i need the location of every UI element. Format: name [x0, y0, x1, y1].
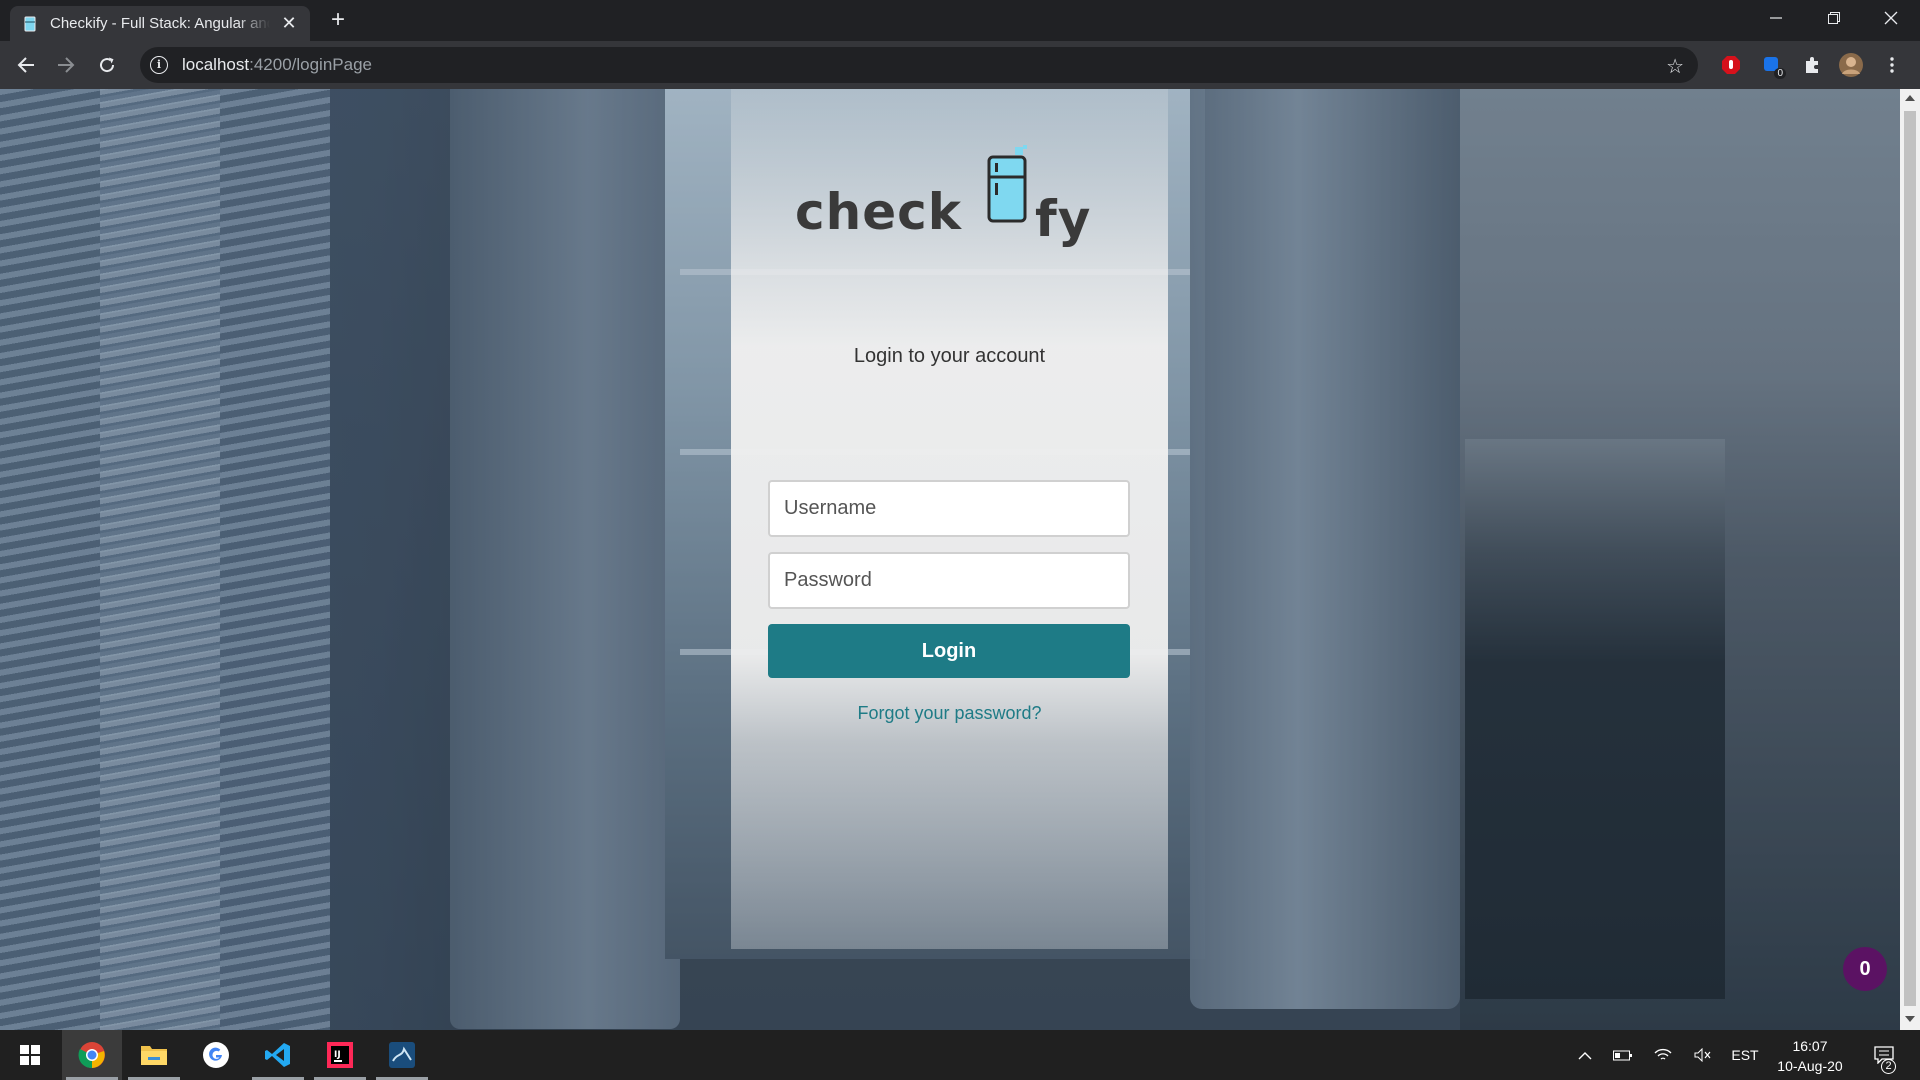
browser-tab-checkify[interactable]: Checkify - Full Stack: Angular and ✕: [10, 6, 310, 41]
login-heading: Login to your account: [853, 345, 1046, 367]
tray-show-hidden-icon[interactable]: [1570, 1030, 1600, 1080]
checkify-logo: check fy: [795, 145, 1095, 255]
fridge-favicon-icon: [22, 16, 38, 32]
url-host: localhost: [182, 55, 250, 74]
login-button[interactable]: Login: [768, 624, 1130, 678]
taskbar-file-explorer-icon[interactable]: [124, 1030, 184, 1080]
address-bar[interactable]: i localhost :4200/loginPage ☆: [140, 47, 1698, 83]
floating-counter-button[interactable]: 0: [1843, 947, 1887, 991]
close-tab-icon[interactable]: ✕: [280, 13, 298, 34]
password-input[interactable]: [768, 552, 1130, 609]
svg-text:IJ: IJ: [334, 1050, 341, 1060]
clock-date: 10-Aug-20: [1777, 1058, 1843, 1074]
notification-count-badge: 2: [1881, 1059, 1896, 1074]
profile-avatar[interactable]: [1839, 53, 1863, 77]
new-tab-button[interactable]: +: [324, 6, 352, 34]
wifi-icon[interactable]: [1648, 1030, 1678, 1080]
logo-text-check: check: [795, 183, 963, 241]
windows-start-icon[interactable]: [0, 1030, 60, 1080]
tab-strip: Checkify - Full Stack: Angular and ✕ +: [0, 0, 1920, 41]
windows-taskbar: IJ EST 16:07 10-Aug-20 2: [0, 1030, 1920, 1080]
scrollbar-thumb[interactable]: [1904, 111, 1916, 1006]
tab-title: Checkify - Full Stack: Angular and: [50, 15, 270, 32]
clock-time: 16:07: [1792, 1038, 1828, 1054]
bookmark-star-icon[interactable]: ☆: [1666, 54, 1684, 79]
taskbar-mysql-workbench-icon[interactable]: [372, 1030, 432, 1080]
url-path: :4200/loginPage: [249, 55, 372, 74]
close-window-button[interactable]: [1862, 0, 1920, 36]
extension-badge-count: 0: [1774, 68, 1786, 79]
volume-muted-icon[interactable]: [1688, 1030, 1718, 1080]
scroll-down-arrow-icon[interactable]: [1905, 1016, 1915, 1022]
minimize-window-button[interactable]: [1747, 0, 1805, 36]
taskbar-google-icon[interactable]: [186, 1030, 246, 1080]
site-info-icon[interactable]: i: [150, 56, 168, 74]
back-button[interactable]: [10, 49, 42, 81]
browser-toolbar: i localhost :4200/loginPage ☆ 0: [0, 41, 1920, 89]
notification-center-icon[interactable]: 2: [1864, 1030, 1904, 1080]
battery-icon[interactable]: [1608, 1030, 1638, 1080]
adblock-extension-icon[interactable]: [1719, 53, 1743, 77]
taskbar-vscode-icon[interactable]: [248, 1030, 308, 1080]
logo-text-fy: fy: [1035, 190, 1092, 248]
page-scrollbar[interactable]: [1900, 89, 1920, 1030]
extensions-puzzle-icon[interactable]: [1800, 53, 1824, 77]
fridge-logo-icon: [985, 145, 1029, 230]
username-input[interactable]: [768, 480, 1130, 537]
restore-window-button[interactable]: [1805, 0, 1863, 36]
taskbar-clock[interactable]: 16:07 10-Aug-20: [1766, 1036, 1854, 1076]
forgot-password-link[interactable]: Forgot your password?: [731, 703, 1168, 724]
taskbar-intellij-icon[interactable]: IJ: [310, 1030, 370, 1080]
forward-button[interactable]: [50, 49, 82, 81]
scroll-up-arrow-icon[interactable]: [1905, 95, 1915, 101]
input-language-indicator[interactable]: EST: [1727, 1030, 1763, 1080]
reload-button[interactable]: [91, 49, 123, 81]
extension-badge-icon[interactable]: 0: [1760, 53, 1786, 79]
taskbar-chrome-icon[interactable]: [62, 1030, 122, 1080]
browser-menu-icon[interactable]: [1880, 53, 1904, 77]
